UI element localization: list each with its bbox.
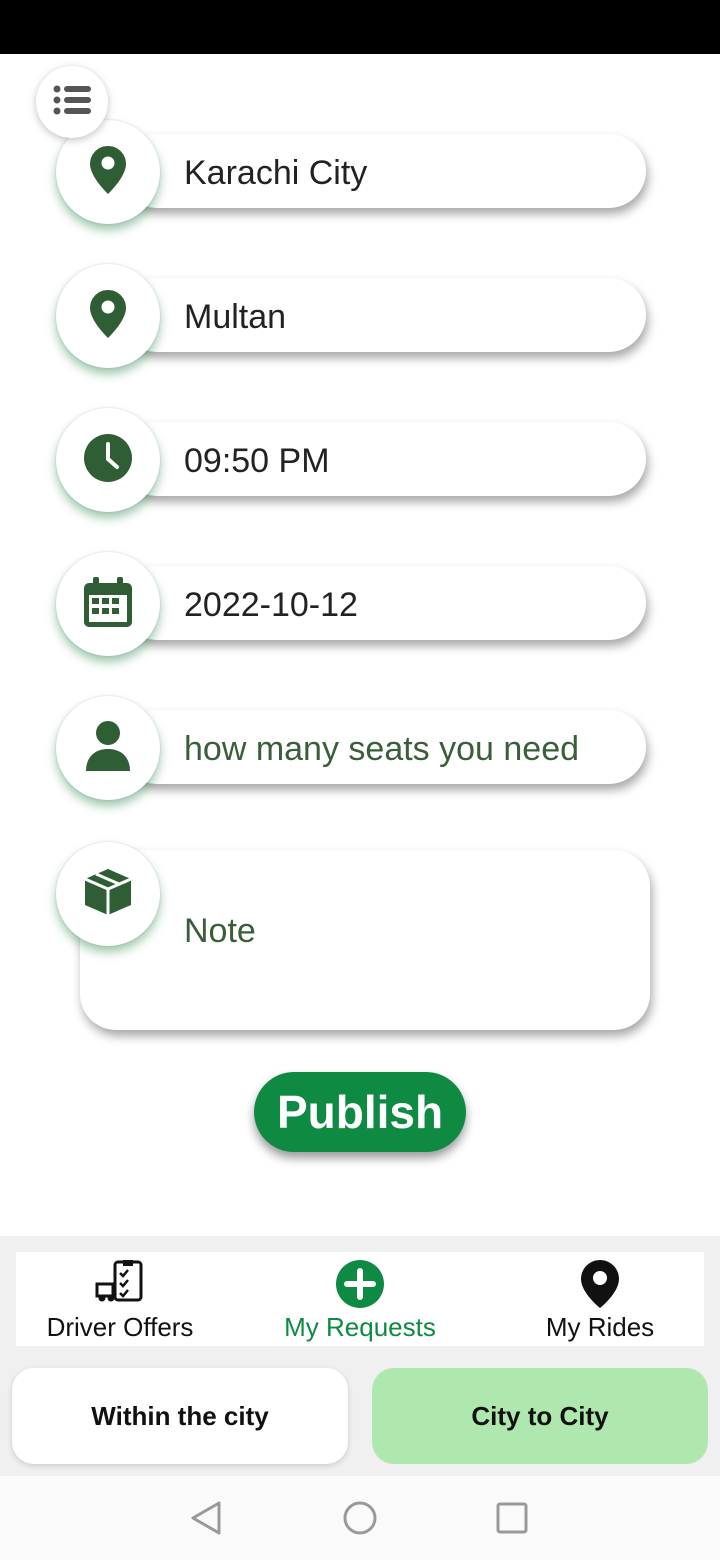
location-pin-icon xyxy=(90,145,126,199)
nav-driver-offers-label: Driver Offers xyxy=(46,1312,194,1342)
date-icon-circle xyxy=(56,552,160,656)
note-placeholder: Note xyxy=(184,912,256,950)
back-icon[interactable] xyxy=(188,1500,224,1536)
note-icon-circle xyxy=(56,842,160,946)
seats-icon-circle xyxy=(56,696,160,800)
to-icon-circle xyxy=(56,264,160,368)
nav-my-requests-label: My Requests xyxy=(284,1312,436,1342)
plus-circle-icon xyxy=(336,1260,384,1313)
offers-icon xyxy=(95,1260,145,1309)
person-icon xyxy=(86,720,130,776)
status-bar xyxy=(0,0,720,54)
within-city-button[interactable]: Within the city xyxy=(12,1368,348,1464)
time-value: 09:50 PM xyxy=(184,442,330,480)
home-icon[interactable] xyxy=(342,1500,378,1536)
menu-button[interactable] xyxy=(36,66,108,138)
note-input[interactable] xyxy=(80,850,650,1030)
nav-driver-offers[interactable]: Driver Offers xyxy=(20,1252,220,1346)
from-value: Karachi City xyxy=(184,154,368,192)
city-to-city-button[interactable]: City to City xyxy=(372,1368,708,1464)
package-icon xyxy=(83,867,133,922)
nav-my-rides-label: My Rides xyxy=(545,1312,655,1342)
map-pin-icon xyxy=(581,1260,619,1313)
to-value: Multan xyxy=(184,298,287,336)
nav-my-rides[interactable]: My Rides xyxy=(500,1252,700,1346)
system-nav-bar xyxy=(0,1476,720,1560)
recents-icon[interactable] xyxy=(494,1500,530,1536)
location-pin-icon xyxy=(90,289,126,343)
seats-placeholder: how many seats you need xyxy=(184,730,580,768)
nav-my-requests[interactable]: My Requests xyxy=(260,1252,460,1346)
list-icon xyxy=(53,85,91,120)
clock-icon xyxy=(83,433,133,488)
bottom-nav: Driver Offers My Requests My Rides xyxy=(16,1252,704,1346)
date-value: 2022-10-12 xyxy=(184,586,358,624)
publish-button[interactable]: Publish xyxy=(254,1072,466,1152)
time-icon-circle xyxy=(56,408,160,512)
calendar-icon xyxy=(84,576,132,632)
